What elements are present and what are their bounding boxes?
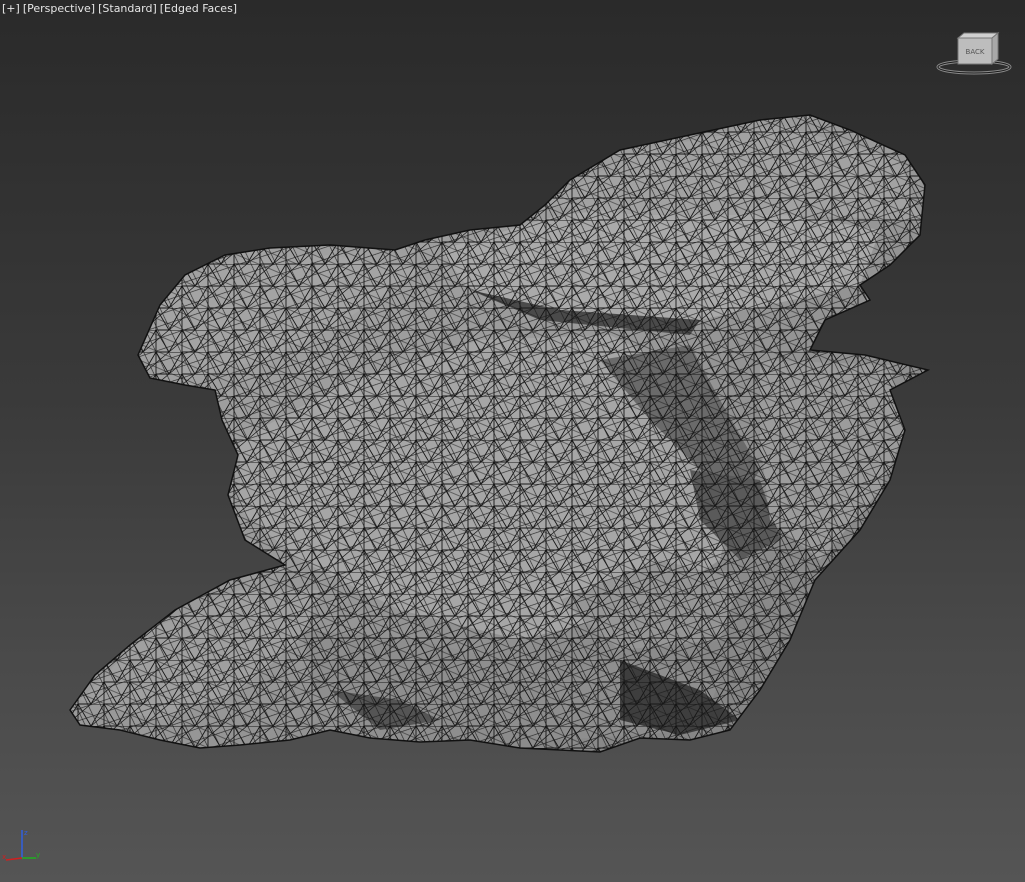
viewport-label-menu: [+] [Perspective] [Standard] [Edged Face…	[2, 2, 237, 15]
svg-text:y: y	[36, 851, 40, 859]
viewport-menu-standard[interactable]: [Standard]	[98, 2, 157, 15]
viewport-menu-plus[interactable]: [+]	[2, 2, 20, 15]
viewport-menu-edged-faces[interactable]: [Edged Faces]	[160, 2, 237, 15]
axis-tripod-icon: z y x	[2, 826, 42, 866]
svg-text:x: x	[2, 853, 6, 861]
rock-mesh[interactable]	[0, 0, 1025, 882]
svg-text:z: z	[24, 829, 28, 837]
perspective-viewport[interactable]: [+] [Perspective] [Standard] [Edged Face…	[0, 0, 1025, 882]
viewport-menu-perspective[interactable]: [Perspective]	[23, 2, 95, 15]
viewcube-face-label: BACK	[966, 48, 985, 56]
viewcube-icon[interactable]: BACK	[932, 30, 1022, 80]
